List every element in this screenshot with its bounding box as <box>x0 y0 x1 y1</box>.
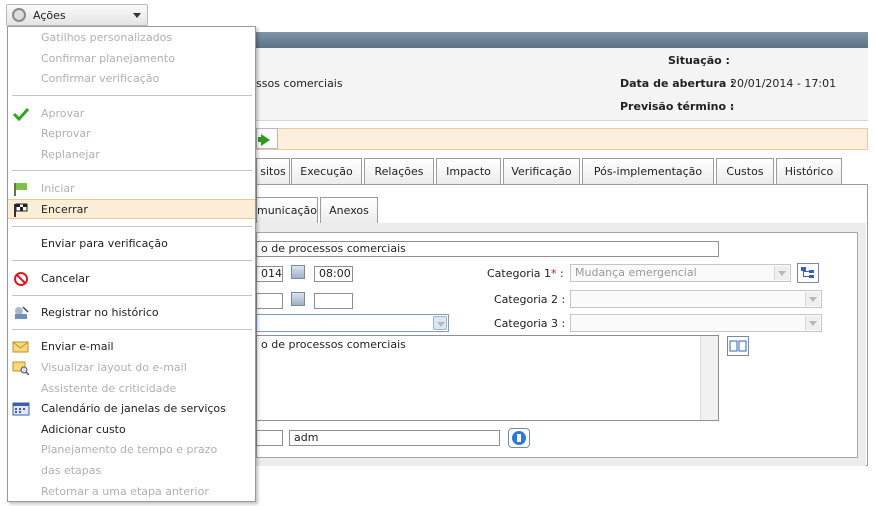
menu-item-calendario-janelas[interactable]: Calendário de janelas de serviços <box>8 399 255 419</box>
menu-item-visualizar-layout[interactable]: Visualizar layout do e-mail <box>8 358 255 378</box>
menu-separator <box>12 329 252 331</box>
tab-custos[interactable]: Custos <box>716 158 774 184</box>
start-flag-icon <box>14 183 27 196</box>
select-field[interactable] <box>256 314 449 332</box>
green-check-icon <box>12 107 30 121</box>
user-id-field[interactable] <box>256 430 283 446</box>
chevron-down-icon <box>433 316 447 330</box>
chevron-down-icon <box>805 316 820 330</box>
chevron-down-icon <box>133 13 141 18</box>
tree-view-button[interactable] <box>797 263 819 283</box>
menu-separator <box>12 170 252 172</box>
menu-separator <box>12 260 252 262</box>
category3-label: Categoria 3 : <box>494 317 566 330</box>
finish-flag-icon <box>14 203 28 217</box>
user-lookup-button[interactable] <box>508 428 530 448</box>
menu-item-confirmar-verificacao[interactable]: Confirmar verificação <box>8 69 255 89</box>
tab-execucao[interactable]: Execução <box>291 158 362 184</box>
book-icon <box>729 340 747 352</box>
calendar-icon[interactable] <box>291 292 305 306</box>
menu-item-planejamento-tempo[interactable]: Planejamento de tempo e prazo <box>8 440 255 460</box>
tab-verificacao[interactable]: Verificação <box>503 158 580 184</box>
menu-separator <box>12 95 252 97</box>
tab-requisitos[interactable]: sitos <box>256 158 290 184</box>
menu-item-gatilhos[interactable]: Gatilhos personalizados <box>8 28 255 48</box>
end-date-field[interactable] <box>256 293 283 309</box>
menu-item-confirmar-planejamento[interactable]: Confirmar planejamento <box>8 49 255 69</box>
subtab-comunicacao[interactable]: municação <box>256 197 318 223</box>
actions-label: Ações <box>33 9 66 22</box>
status-label: Situação : <box>668 54 730 67</box>
envelope-icon <box>12 341 29 353</box>
menu-item-registrar-historico[interactable]: Registrar no histórico <box>8 303 255 323</box>
history-icon <box>15 306 29 319</box>
due-date-value: - <box>730 100 734 113</box>
due-date-label: Previsão término : <box>620 100 735 113</box>
actions-menu: Gatilhos personalizados Confirmar planej… <box>7 26 256 502</box>
chevron-down-icon <box>774 266 789 280</box>
calendar-icon <box>12 402 30 416</box>
user-name-field[interactable]: adm <box>289 430 500 446</box>
category1-label: Categoria 1* : <box>487 267 564 280</box>
menu-item-iniciar[interactable]: Iniciar <box>8 179 255 199</box>
title-field[interactable]: o de processos comerciais <box>256 241 719 257</box>
start-date-field[interactable]: 014 <box>256 266 283 282</box>
category3-select[interactable] <box>570 314 822 332</box>
menu-item-enviar-email[interactable]: Enviar e-mail <box>8 337 255 357</box>
subtab-anexos[interactable]: Anexos <box>320 197 378 223</box>
go-button[interactable] <box>256 128 278 149</box>
menu-separator <box>12 295 252 297</box>
menu-item-retornar-etapa[interactable]: Retornar a uma etapa anterior <box>8 482 255 502</box>
description-textarea[interactable]: o de processos comerciais <box>256 335 719 421</box>
menu-item-cancelar[interactable]: Cancelar <box>8 269 255 289</box>
category1-select[interactable]: Mudança emergencial <box>570 264 791 282</box>
opened-date-label: Data de abertura : <box>620 77 735 90</box>
user-lookup-icon <box>512 431 526 445</box>
window-header-bar <box>256 32 868 48</box>
tree-icon <box>801 267 814 278</box>
menu-item-encerrar[interactable]: Encerrar <box>8 199 255 219</box>
end-time-field[interactable] <box>314 293 353 309</box>
gear-icon <box>12 8 26 22</box>
menu-item-enviar-verificacao[interactable]: Enviar para verificação <box>8 234 255 254</box>
category2-select[interactable] <box>570 290 822 308</box>
opened-date-value: 20/01/2014 - 17:01 <box>730 77 837 90</box>
tab-relacoes[interactable]: Relações <box>364 158 434 184</box>
record-title: ssos comerciais <box>256 77 343 90</box>
open-book-button[interactable] <box>727 336 749 356</box>
tab-historico[interactable]: Histórico <box>776 158 842 184</box>
required-marker: * <box>551 267 557 280</box>
info-panel: ssos comerciais Situação : Data de abert… <box>256 48 868 121</box>
menu-item-reprovar[interactable]: Reprovar <box>8 124 255 144</box>
menu-item-replanejar[interactable]: Replanejar <box>8 145 255 165</box>
calendar-icon[interactable] <box>291 265 305 279</box>
menu-item-aprovar[interactable]: Aprovar <box>8 104 255 124</box>
action-strip <box>256 128 868 150</box>
category2-label: Categoria 2 : <box>494 293 566 306</box>
description-scrollbar[interactable] <box>700 336 718 420</box>
envelope-search-icon <box>12 361 30 375</box>
menu-item-adicionar-custo[interactable]: Adicionar custo <box>8 420 255 440</box>
tab-impacto[interactable]: Impacto <box>436 158 501 184</box>
start-time-field[interactable]: 08:00 <box>314 266 353 282</box>
menu-item-assistente-criticidade[interactable]: Assistente de criticidade <box>8 379 255 399</box>
chevron-down-icon <box>805 292 820 306</box>
menu-separator <box>12 226 252 228</box>
menu-item-planejamento-tempo-cont: das etapas <box>41 464 102 477</box>
tab-pos-implementacao[interactable]: Pós-implementação <box>582 158 714 184</box>
cancel-icon <box>14 272 28 286</box>
actions-dropdown-button[interactable]: Ações <box>6 4 148 26</box>
